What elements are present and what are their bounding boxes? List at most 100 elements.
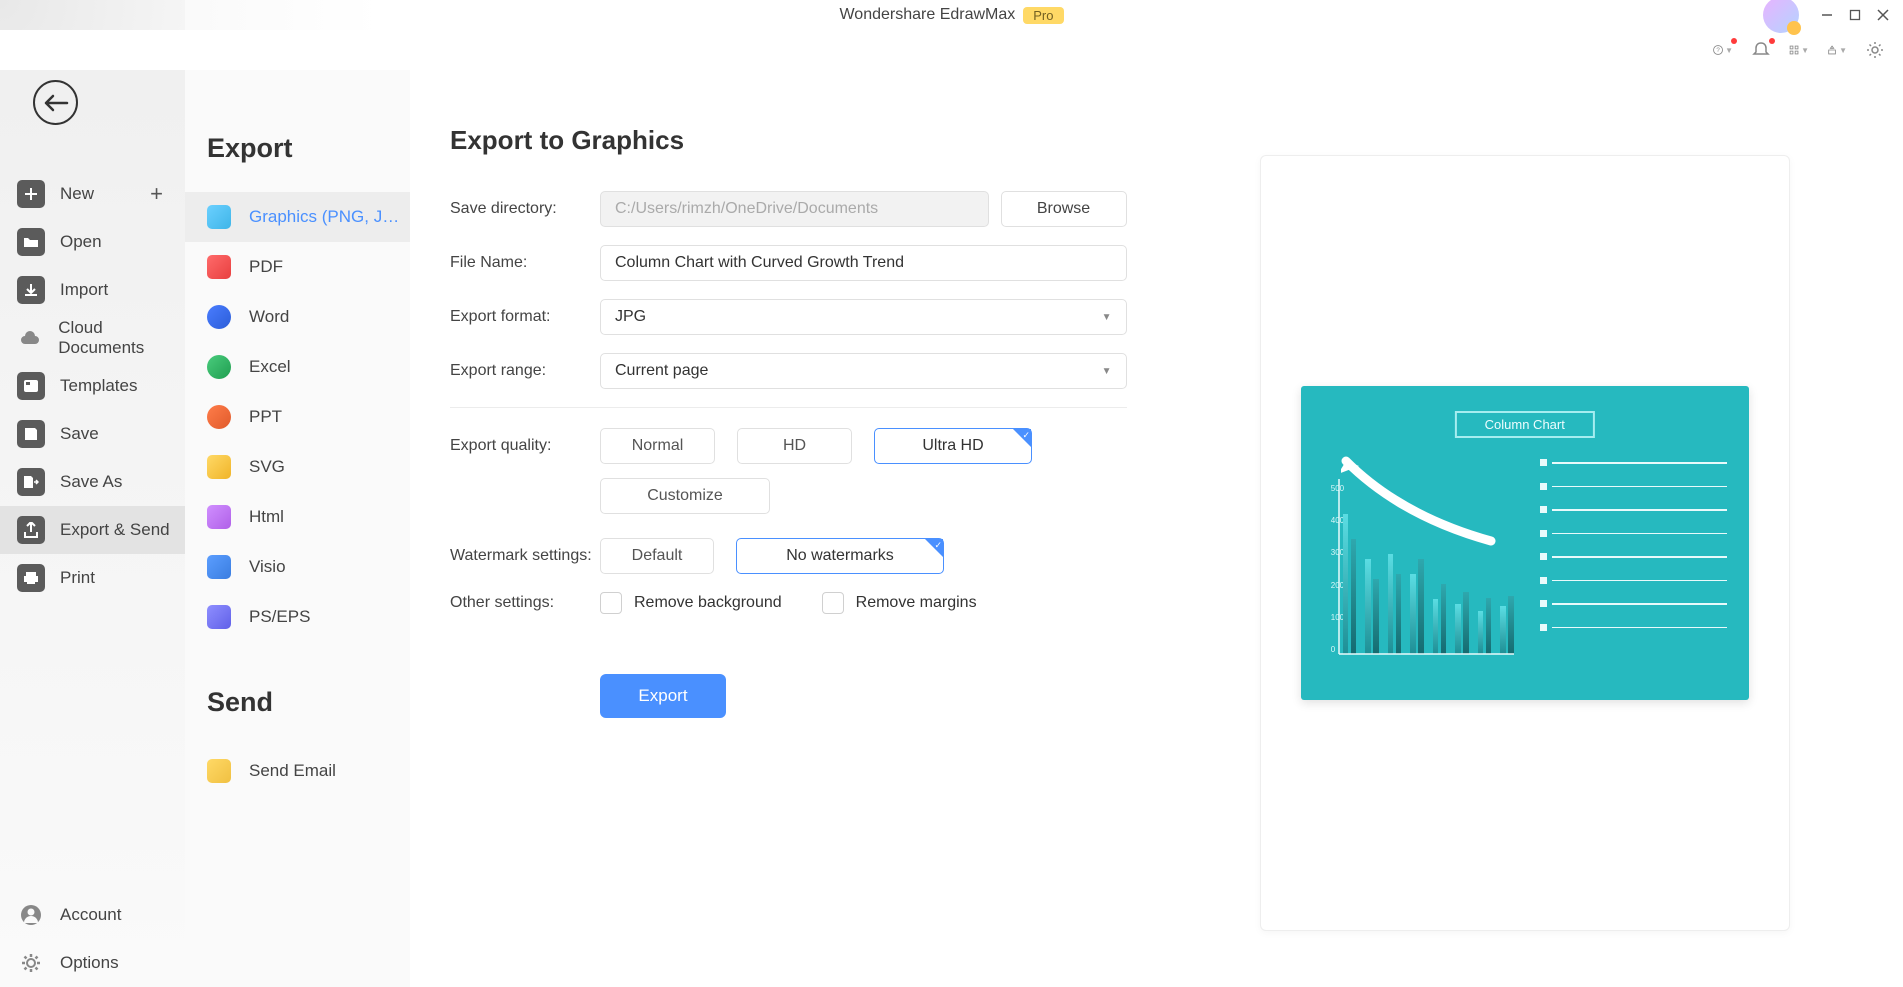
other-settings-label: Other settings:: [450, 594, 600, 612]
sub-label: PDF: [249, 257, 283, 277]
sub-item-visio[interactable]: Visio: [185, 542, 410, 592]
email-icon: [207, 759, 231, 783]
quality-normal-button[interactable]: Normal: [600, 428, 715, 464]
sub-label: Html: [249, 507, 284, 527]
visio-icon: [207, 555, 231, 579]
nav-print[interactable]: Print: [0, 554, 185, 602]
watermark-default-button[interactable]: Default: [600, 538, 714, 574]
nav-label: Export & Send: [60, 520, 170, 540]
nav-account[interactable]: Account: [0, 891, 185, 939]
divider: [450, 407, 1127, 408]
sub-item-html[interactable]: Html: [185, 492, 410, 542]
close-button[interactable]: [1873, 5, 1893, 25]
sub-label: Excel: [249, 357, 291, 377]
apps-icon[interactable]: ▼: [1789, 40, 1809, 60]
chevron-down-icon: ▼: [1102, 366, 1112, 377]
nav-label: New: [60, 184, 94, 204]
word-icon: [207, 305, 231, 329]
chart-title: Column Chart: [1455, 411, 1595, 438]
download-icon: [17, 276, 45, 304]
sub-label: Word: [249, 307, 289, 327]
nav-label: Account: [60, 905, 121, 925]
sub-item-send-email[interactable]: Send Email: [185, 746, 410, 796]
export-format-label: Export format:: [450, 308, 600, 326]
file-name-label: File Name:: [450, 254, 600, 272]
export-button[interactable]: Export: [600, 674, 726, 718]
save-icon: [17, 420, 45, 448]
add-icon[interactable]: +: [150, 181, 163, 207]
sub-label: Visio: [249, 557, 286, 577]
ppt-icon: [207, 405, 231, 429]
maximize-button[interactable]: [1845, 5, 1865, 25]
templates-icon: [17, 372, 45, 400]
sub-label: PPT: [249, 407, 282, 427]
file-name-input[interactable]: [600, 245, 1127, 281]
graphics-icon: [207, 205, 231, 229]
sub-item-graphics[interactable]: Graphics (PNG, JPG et...: [185, 192, 410, 242]
sub-item-svg[interactable]: SVG: [185, 442, 410, 492]
sub-label: Send Email: [249, 761, 336, 781]
nav-new[interactable]: New +: [0, 170, 185, 218]
export-quality-label: Export quality:: [450, 437, 600, 455]
nav-import[interactable]: Import: [0, 266, 185, 314]
watermark-none-button[interactable]: No watermarks ✓: [736, 538, 944, 574]
quality-hd-button[interactable]: HD: [737, 428, 852, 464]
save-as-icon: [17, 468, 45, 496]
remove-margins-label: Remove margins: [856, 594, 977, 612]
notification-icon[interactable]: [1751, 40, 1771, 60]
nav-label: Save: [60, 424, 99, 444]
watermark-label: Watermark settings:: [450, 547, 600, 565]
svg-icon: [207, 455, 231, 479]
nav-label: Cloud Documents: [58, 318, 185, 358]
export-range-label: Export range:: [450, 362, 600, 380]
minimize-button[interactable]: [1817, 5, 1837, 25]
pseps-icon: [207, 605, 231, 629]
sub-item-pseps[interactable]: PS/EPS: [185, 592, 410, 642]
customize-button[interactable]: Customize: [600, 478, 770, 514]
save-directory-input: C:/Users/rimzh/OneDrive/Documents: [600, 191, 989, 227]
account-icon: [17, 901, 45, 929]
excel-icon: [207, 355, 231, 379]
chevron-down-icon: ▼: [1102, 312, 1112, 323]
user-avatar[interactable]: [1763, 0, 1799, 33]
nav-label: Save As: [60, 472, 122, 492]
nav-label: Open: [60, 232, 102, 252]
settings-icon[interactable]: [1865, 40, 1885, 60]
browse-button[interactable]: Browse: [1001, 191, 1127, 227]
print-icon: [17, 564, 45, 592]
nav-label: Print: [60, 568, 95, 588]
nav-open[interactable]: Open: [0, 218, 185, 266]
pdf-icon: [207, 255, 231, 279]
back-button[interactable]: [33, 80, 78, 125]
html-icon: [207, 505, 231, 529]
plus-icon: [17, 180, 45, 208]
remove-background-label: Remove background: [634, 594, 782, 612]
nav-cloud[interactable]: Cloud Documents: [0, 314, 185, 362]
sub-item-excel[interactable]: Excel: [185, 342, 410, 392]
cloud-icon: [17, 324, 43, 352]
sub-label: PS/EPS: [249, 607, 310, 627]
theme-icon[interactable]: ▼: [1827, 40, 1847, 60]
nav-save[interactable]: Save: [0, 410, 185, 458]
remove-background-checkbox[interactable]: [600, 592, 622, 614]
quality-ultrahd-button[interactable]: Ultra HD ✓: [874, 428, 1032, 464]
folder-icon: [17, 228, 45, 256]
options-icon: [17, 949, 45, 977]
nav-export-send[interactable]: Export & Send: [0, 506, 185, 554]
form-title: Export to Graphics: [450, 125, 1127, 156]
export-range-select[interactable]: Current page ▼: [600, 353, 1127, 389]
remove-margins-checkbox[interactable]: [822, 592, 844, 614]
nav-label: Import: [60, 280, 108, 300]
sub-item-word[interactable]: Word: [185, 292, 410, 342]
export-format-select[interactable]: JPG ▼: [600, 299, 1127, 335]
sub-item-pdf[interactable]: PDF: [185, 242, 410, 292]
help-icon[interactable]: ?▼: [1713, 40, 1733, 60]
nav-templates[interactable]: Templates: [0, 362, 185, 410]
save-directory-label: Save directory:: [450, 200, 600, 218]
svg-text:?: ?: [1716, 47, 1720, 54]
nav-options[interactable]: Options: [0, 939, 185, 987]
sub-label: SVG: [249, 457, 285, 477]
preview-frame: Column Chart 5004003002001000: [1260, 155, 1790, 931]
nav-save-as[interactable]: Save As: [0, 458, 185, 506]
sub-item-ppt[interactable]: PPT: [185, 392, 410, 442]
